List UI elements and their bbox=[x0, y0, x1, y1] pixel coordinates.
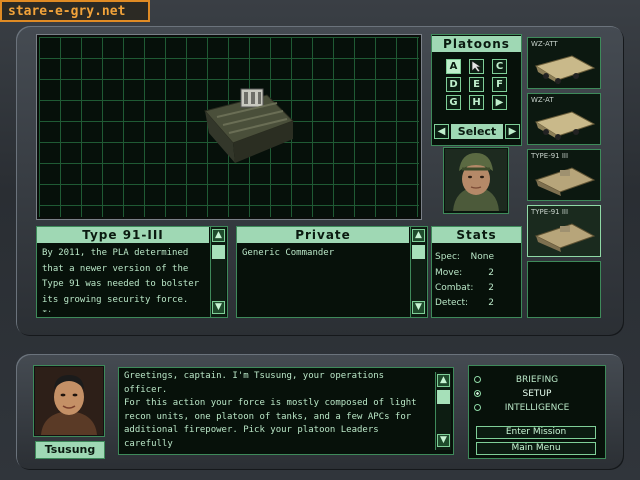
arrow-down-icon: ▼ bbox=[440, 435, 447, 445]
platoon-button-b[interactable] bbox=[469, 59, 484, 74]
platoon-button-f[interactable]: F bbox=[492, 77, 507, 92]
unit-card-selected[interactable]: TYPE-91 III bbox=[527, 205, 601, 257]
platoon-button-h[interactable]: H bbox=[469, 95, 484, 110]
scroll-up-button[interactable]: ▲ bbox=[437, 374, 450, 387]
unit-viewer bbox=[36, 34, 422, 220]
stat-value-move: 2 bbox=[488, 268, 494, 278]
unit-description-title: Type 91-III bbox=[37, 227, 209, 243]
tank-model bbox=[204, 88, 294, 163]
select-next-button[interactable]: ▶ bbox=[505, 124, 520, 139]
stats-title: Stats bbox=[432, 227, 521, 243]
arrow-up-icon: ▲ bbox=[415, 230, 422, 240]
commander-portrait-frame bbox=[443, 147, 509, 214]
unit-description-scrollbar[interactable]: ▲ ▼ bbox=[210, 227, 226, 317]
arrow-up-icon: ▲ bbox=[440, 375, 447, 385]
officer-message-scrollbar[interactable]: ▲ ▼ bbox=[435, 372, 451, 450]
apc-model bbox=[534, 111, 596, 140]
tank-thumbnail bbox=[534, 167, 596, 196]
arrow-down-icon: ▼ bbox=[215, 302, 222, 312]
arrow-right-icon: ▶ bbox=[495, 97, 504, 108]
rank-scrollbar[interactable]: ▲ ▼ bbox=[410, 227, 426, 317]
enter-mission-button[interactable]: Enter Mission bbox=[476, 426, 596, 439]
arrow-right-icon: ▶ bbox=[508, 126, 517, 137]
platoons-title: Platoons bbox=[432, 36, 521, 52]
platoon-button-a[interactable]: A bbox=[446, 59, 461, 74]
unit-card[interactable]: TYPE-91 III bbox=[527, 149, 601, 201]
arrow-down-icon: ▼ bbox=[415, 302, 422, 312]
unit-description-text: By 2011, the PLA determined that a newer… bbox=[42, 248, 200, 312]
scroll-up-button[interactable]: ▲ bbox=[212, 229, 225, 242]
scroll-down-button[interactable]: ▼ bbox=[412, 301, 425, 314]
commander-portrait[interactable] bbox=[445, 149, 507, 211]
unit-card-label: TYPE-91 III bbox=[531, 152, 569, 160]
officer-name-plate: Tsusung bbox=[35, 441, 105, 459]
officer-portrait bbox=[35, 367, 103, 435]
platoon-button-e[interactable]: E bbox=[469, 77, 484, 92]
scroll-thumb[interactable] bbox=[412, 245, 425, 259]
unit-card-label: WZ-AT bbox=[531, 96, 554, 104]
tank-thumbnail bbox=[534, 223, 596, 252]
empty-unit-slot bbox=[527, 261, 601, 318]
unit-card[interactable]: WZ-ATT bbox=[527, 37, 601, 89]
unit-card-label: WZ-ATT bbox=[531, 40, 558, 48]
menu-item-setup[interactable]: SETUP bbox=[473, 389, 601, 399]
stat-value-spec: None bbox=[470, 252, 494, 262]
select-prev-button[interactable]: ◀ bbox=[434, 124, 449, 139]
arrow-left-icon: ◀ bbox=[437, 126, 446, 137]
scroll-thumb[interactable] bbox=[212, 245, 225, 259]
menu-item-intelligence[interactable]: INTELLIGENCE bbox=[473, 403, 601, 413]
watermark-label: stare-e-gry.net bbox=[0, 0, 150, 22]
platoon-next-button[interactable]: ▶ bbox=[492, 95, 507, 110]
stat-value-combat: 2 bbox=[488, 283, 494, 293]
unit-card-label: TYPE-91 III bbox=[531, 208, 569, 216]
scroll-up-button[interactable]: ▲ bbox=[412, 229, 425, 242]
scroll-thumb[interactable] bbox=[437, 390, 450, 404]
watermark-text: stare-e-gry.net bbox=[8, 4, 126, 19]
officer-message-text: Greetings, captain. I'm Tsusung, your op… bbox=[124, 371, 417, 449]
select-label: Select bbox=[451, 124, 503, 139]
scroll-down-button[interactable]: ▼ bbox=[437, 434, 450, 447]
unit-card[interactable]: WZ-AT bbox=[527, 93, 601, 145]
platoon-button-d[interactable]: D bbox=[446, 77, 461, 92]
platoon-button-g[interactable]: G bbox=[446, 95, 461, 110]
menu-item-briefing[interactable]: BRIEFING bbox=[473, 375, 601, 385]
scroll-down-button[interactable]: ▼ bbox=[212, 301, 225, 314]
platoon-button-c[interactable]: C bbox=[492, 59, 507, 74]
main-menu-button[interactable]: Main Menu bbox=[476, 442, 596, 455]
cursor-icon bbox=[471, 60, 483, 73]
rank-title: Private bbox=[237, 227, 409, 243]
rank-text: Generic Commander bbox=[242, 248, 335, 258]
stat-value-detect: 2 bbox=[488, 298, 494, 308]
apc-model bbox=[534, 55, 596, 84]
officer-portrait-frame bbox=[33, 365, 105, 437]
arrow-up-icon: ▲ bbox=[215, 230, 222, 240]
